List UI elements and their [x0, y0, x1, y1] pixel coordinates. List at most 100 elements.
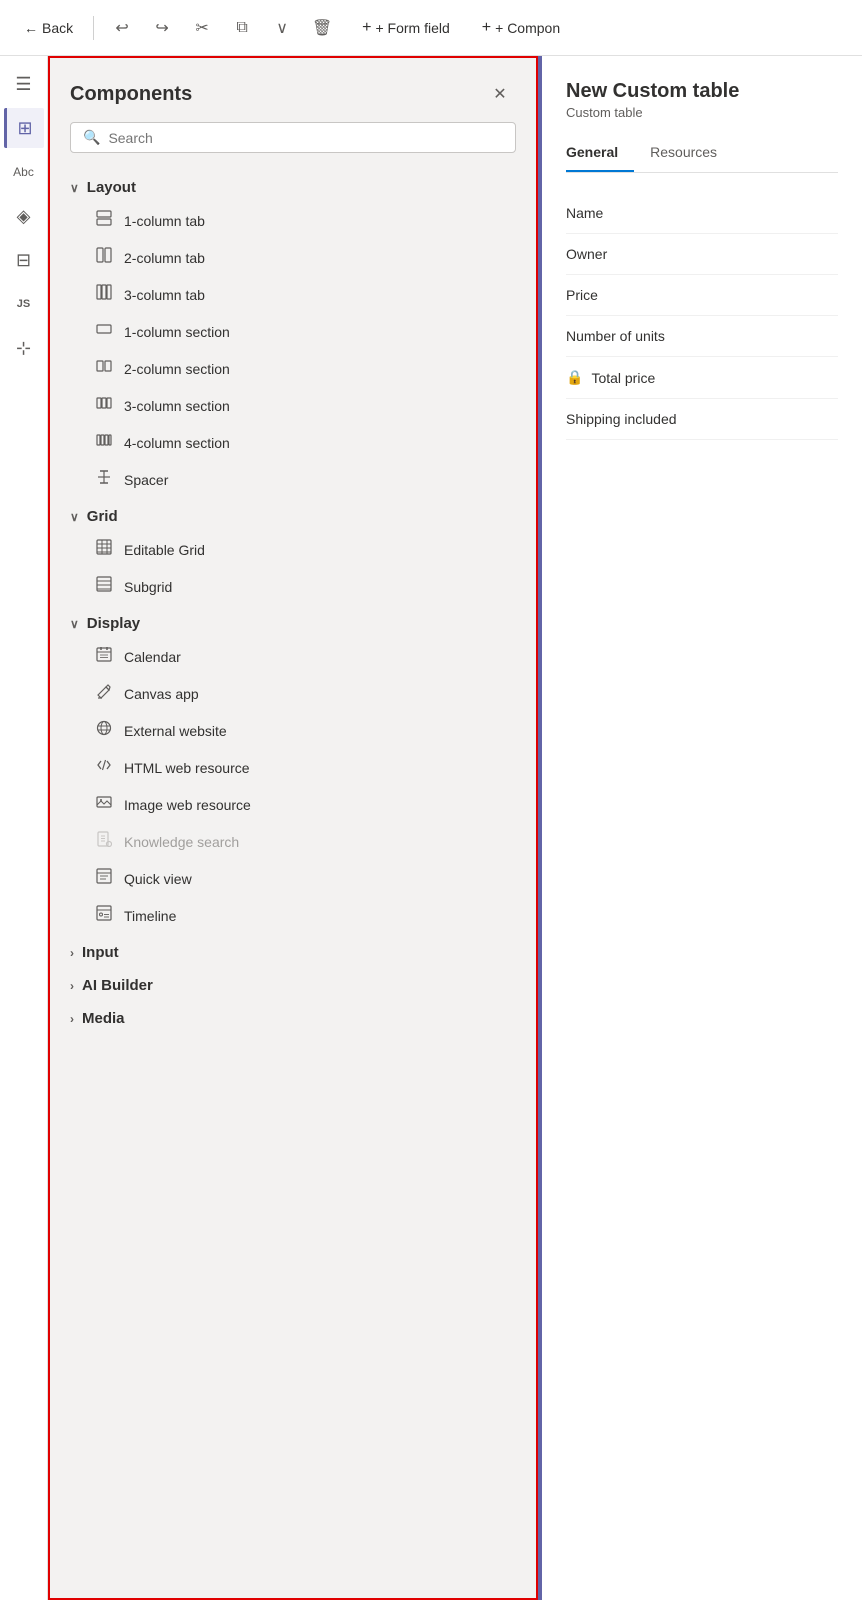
form-field-button[interactable]: + + Form field	[354, 15, 458, 41]
copy-button[interactable]: ⧉	[226, 12, 258, 44]
back-button[interactable]: ← Back	[16, 16, 81, 40]
1-column-tab-label: 1-column tab	[124, 213, 205, 229]
category-input[interactable]: › Input	[70, 934, 516, 967]
4-column-section-icon	[94, 432, 114, 453]
timeline-icon	[94, 905, 114, 926]
component-subgrid[interactable]: Subgrid	[70, 568, 516, 605]
main-layout: ☰ ⊞ Abc ◈ ⊟ JS ⊹ Components ✕ 🔍	[0, 56, 862, 1600]
sidebar-layers[interactable]: ◈	[4, 196, 44, 236]
component-2-column-section[interactable]: 2-column section	[70, 350, 516, 387]
toolbar-divider-1	[93, 16, 94, 40]
quick-view-label: Quick view	[124, 871, 192, 887]
field-number-of-units: Number of units	[566, 316, 838, 357]
component-editable-grid[interactable]: Editable Grid	[70, 531, 516, 568]
1-column-section-label: 1-column section	[124, 324, 230, 340]
search-input[interactable]	[108, 130, 503, 146]
chevron-down-icon: ∨	[70, 617, 79, 631]
dropdown-button[interactable]: ∨	[266, 12, 298, 44]
chevron-right-icon: ›	[70, 946, 74, 960]
component-html-web-resource[interactable]: HTML web resource	[70, 749, 516, 786]
layout-items: 1-column tab 2-column tab	[70, 202, 516, 498]
subgrid-icon	[94, 576, 114, 597]
category-input-label: Input	[82, 944, 119, 961]
component-image-web-resource[interactable]: Image web resource	[70, 786, 516, 823]
sidebar-table[interactable]: ⊟	[4, 240, 44, 280]
2-column-tab-label: 2-column tab	[124, 250, 205, 266]
sidebar-grid[interactable]: ⊞	[4, 108, 44, 148]
component-list: ∨ Layout 1-column tab	[50, 169, 536, 1053]
component-3-column-section[interactable]: 3-column section	[70, 387, 516, 424]
chevron-right-icon: ›	[70, 979, 74, 993]
tab-resources[interactable]: Resources	[650, 136, 733, 172]
component-2-column-tab[interactable]: 2-column tab	[70, 239, 516, 276]
component-quick-view[interactable]: Quick view	[70, 860, 516, 897]
redo-icon: ↪	[155, 18, 168, 38]
toolbar: ← Back ↩ ↪ ✂ ⧉ ∨ 🗑 + + Form field + + Co…	[0, 0, 862, 56]
category-grid[interactable]: ∨ Grid	[70, 498, 516, 531]
field-name-label: Name	[566, 205, 603, 221]
right-panel-title: New Custom table	[566, 80, 838, 103]
category-display-label: Display	[87, 615, 140, 632]
field-name: Name	[566, 193, 838, 234]
sidebar-js[interactable]: JS	[4, 284, 44, 324]
1-column-section-icon	[94, 321, 114, 342]
lock-icon: 🔒	[566, 369, 583, 386]
grid-items: Editable Grid Subgrid	[70, 531, 516, 605]
category-ai-builder-label: AI Builder	[82, 977, 153, 994]
subgrid-label: Subgrid	[124, 579, 172, 595]
category-media[interactable]: › Media	[70, 1000, 516, 1033]
form-field-label: + Form field	[375, 20, 449, 36]
search-box[interactable]: 🔍	[70, 122, 516, 153]
hamburger-icon: ☰	[15, 74, 31, 95]
chevron-down-icon: ∨	[70, 510, 79, 524]
search-icon: 🔍	[83, 129, 100, 146]
component-calendar[interactable]: Calendar	[70, 638, 516, 675]
undo-button[interactable]: ↩	[106, 12, 138, 44]
cut-icon: ✂	[195, 18, 208, 38]
panel-header: Components ✕	[50, 58, 536, 122]
category-layout[interactable]: ∨ Layout	[70, 169, 516, 202]
sidebar-hamburger[interactable]: ☰	[4, 64, 44, 104]
2-column-section-label: 2-column section	[124, 361, 230, 377]
tabs: General Resources	[566, 136, 838, 173]
cut-button[interactable]: ✂	[186, 12, 218, 44]
undo-icon: ↩	[115, 18, 128, 38]
external-website-label: External website	[124, 723, 227, 739]
component-label: + Compon	[495, 20, 560, 36]
component-1-column-section[interactable]: 1-column section	[70, 313, 516, 350]
redo-button[interactable]: ↪	[146, 12, 178, 44]
right-panel: New Custom table Custom table General Re…	[542, 56, 862, 1600]
sidebar-connector[interactable]: ⊹	[4, 328, 44, 368]
components-panel: Components ✕ 🔍 ∨ Layout	[48, 56, 538, 1600]
category-ai-builder[interactable]: › AI Builder	[70, 967, 516, 1000]
external-website-icon	[94, 720, 114, 741]
image-web-resource-icon	[94, 794, 114, 815]
sidebar-icons: ☰ ⊞ Abc ◈ ⊟ JS ⊹	[0, 56, 48, 1600]
editable-grid-icon	[94, 539, 114, 560]
tab-general[interactable]: General	[566, 136, 634, 172]
category-grid-label: Grid	[87, 508, 118, 525]
component-canvas-app[interactable]: Canvas app	[70, 675, 516, 712]
component-button[interactable]: + + Compon	[474, 15, 568, 41]
component-spacer[interactable]: Spacer	[70, 461, 516, 498]
back-label: Back	[42, 20, 73, 36]
delete-button[interactable]: 🗑	[306, 12, 338, 44]
component-3-column-tab[interactable]: 3-column tab	[70, 276, 516, 313]
panel-close-button[interactable]: ✕	[484, 78, 516, 110]
field-owner-label: Owner	[566, 246, 607, 262]
copy-icon: ⧉	[236, 19, 247, 37]
component-1-column-tab[interactable]: 1-column tab	[70, 202, 516, 239]
chevron-down-icon: ∨	[276, 18, 288, 38]
field-owner: Owner	[566, 234, 838, 275]
component-4-column-section[interactable]: 4-column section	[70, 424, 516, 461]
field-total-price: 🔒 Total price	[566, 357, 838, 399]
1-column-tab-icon	[94, 210, 114, 231]
knowledge-search-label: Knowledge search	[124, 834, 239, 850]
text-icon: Abc	[13, 165, 34, 179]
grid-icon: ⊞	[17, 118, 32, 139]
component-timeline[interactable]: Timeline	[70, 897, 516, 934]
component-external-website[interactable]: External website	[70, 712, 516, 749]
category-display[interactable]: ∨ Display	[70, 605, 516, 638]
canvas-app-icon	[94, 683, 114, 704]
sidebar-text[interactable]: Abc	[4, 152, 44, 192]
